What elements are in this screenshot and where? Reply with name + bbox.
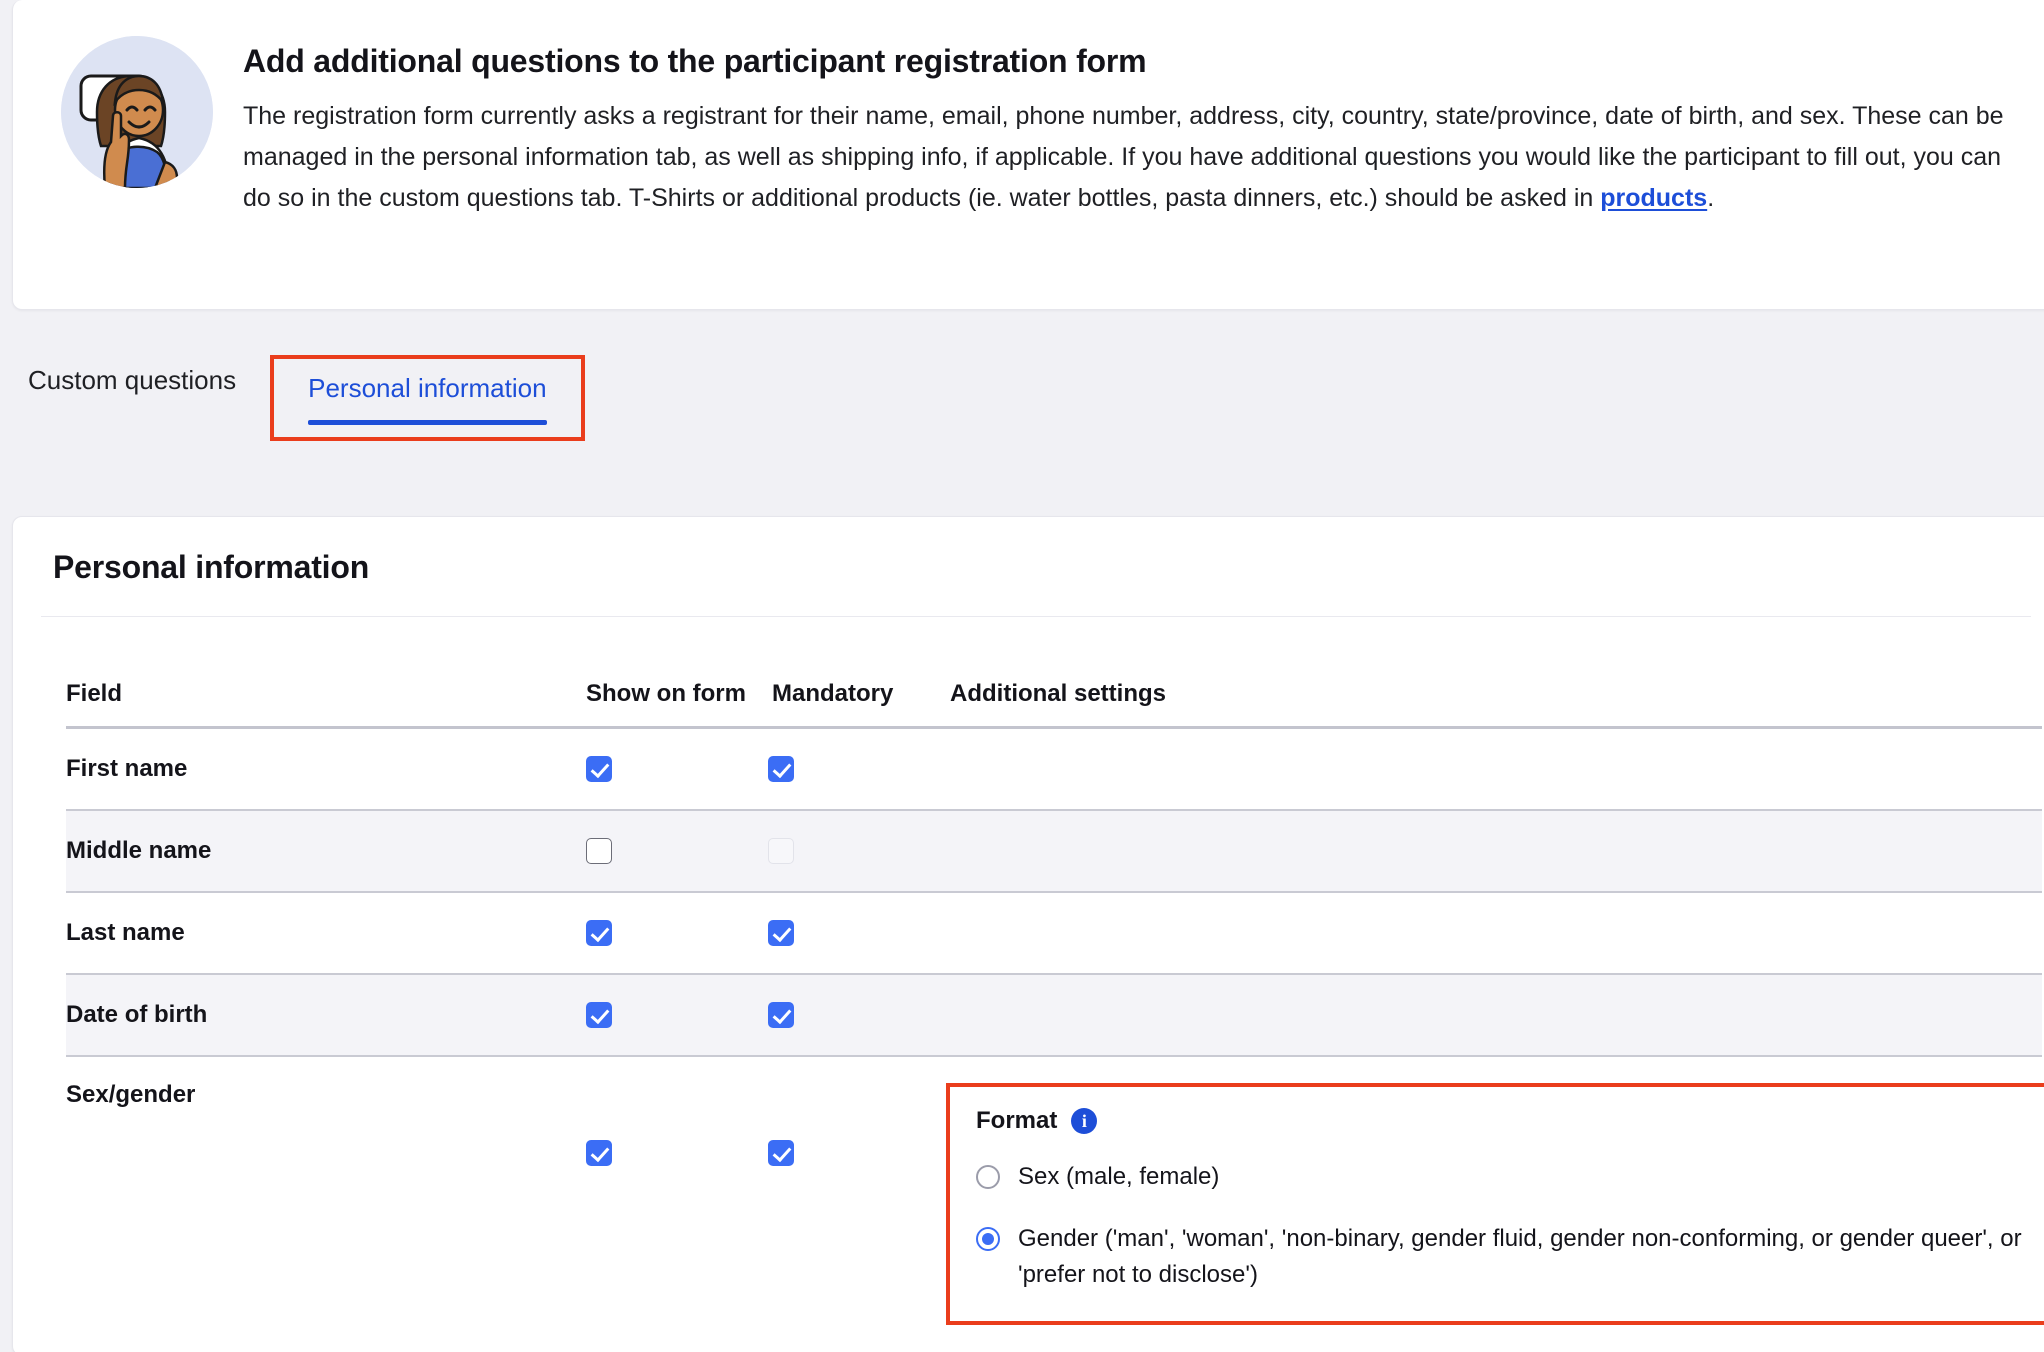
panel-title: Personal information xyxy=(53,549,370,585)
mandatory-checkbox-sex-gender[interactable] xyxy=(768,1140,794,1167)
show-on-form-cell-last-name xyxy=(586,892,768,974)
show-on-form-checkbox-middle-name[interactable] xyxy=(586,838,612,865)
table-body: First name Middle name Last name Date of… xyxy=(66,727,2044,1352)
field-label-sex-gender: Sex/gender xyxy=(66,1080,196,1108)
mandatory-cell-first-name xyxy=(768,727,946,810)
table-row: First name xyxy=(66,727,2042,810)
tab-bar: Custom questions Personal information xyxy=(0,355,2044,441)
mandatory-cell-last-name xyxy=(768,892,946,974)
field-label-middle-name: Middle name xyxy=(66,836,212,864)
table-row: Middle name xyxy=(66,809,2042,892)
column-header-show-on-form: Show on form xyxy=(586,617,768,729)
show-on-form-checkbox-sex-gender[interactable] xyxy=(586,1140,612,1167)
radio-gender-label: Gender ('man', 'woman', 'non-binary, gen… xyxy=(1018,1224,2022,1288)
table-header: Field Show on form Mandatory Additional … xyxy=(66,617,2042,729)
table-row: Date of birth xyxy=(66,973,2042,1056)
tab-personal-information-label: Personal information xyxy=(308,373,547,403)
info-banner-card: ? Add xyxy=(12,0,2044,310)
tab-custom-questions-label: Custom questions xyxy=(28,365,237,395)
tab-custom-questions[interactable]: Custom questions xyxy=(22,355,270,420)
mandatory-cell-sex-gender xyxy=(768,1056,946,1352)
additional-settings-cell-last-name xyxy=(946,892,2042,974)
banner-description-part2: . xyxy=(1707,183,1715,212)
additional-settings-cell-sex-gender: Format i Sex (male, female) Gender ('man… xyxy=(946,1056,2044,1352)
tab-personal-information[interactable]: Personal information xyxy=(308,369,547,425)
column-header-mandatory: Mandatory xyxy=(768,617,946,729)
show-on-form-checkbox-date-of-birth[interactable] xyxy=(586,1002,612,1029)
personal-information-panel: Personal information Field Show on form … xyxy=(12,516,2044,1352)
banner-text-block: Add additional questions to the particip… xyxy=(243,26,2029,219)
table-row: Last name xyxy=(66,892,2042,974)
table-header-row: Field Show on form Mandatory Additional … xyxy=(66,617,2042,729)
mandatory-cell-middle-name xyxy=(768,810,946,892)
show-on-form-cell-middle-name xyxy=(586,810,768,892)
show-on-form-cell-date-of-birth xyxy=(586,974,768,1056)
additional-settings-cell-middle-name xyxy=(946,810,2042,892)
field-label-first-name: First name xyxy=(66,754,188,782)
person-with-question-bubble-illustration: ? xyxy=(61,36,213,188)
active-tab-underline xyxy=(308,420,547,425)
banner-description: The registration form currently asks a r… xyxy=(243,96,2029,218)
tab-personal-information-highlight: Personal information xyxy=(270,355,585,441)
info-icon[interactable]: i xyxy=(1071,1107,1098,1134)
banner-description-part1: The registration form currently asks a r… xyxy=(243,102,2004,212)
format-heading: Format i xyxy=(976,1107,2026,1135)
radio-gender[interactable] xyxy=(976,1226,1000,1251)
show-on-form-checkbox-first-name[interactable] xyxy=(586,756,612,783)
personal-information-table: Field Show on form Mandatory Additional … xyxy=(66,617,2044,1352)
format-option-sex[interactable]: Sex (male, female) xyxy=(976,1159,2026,1195)
mandatory-checkbox-date-of-birth[interactable] xyxy=(768,1002,794,1029)
mandatory-checkbox-first-name[interactable] xyxy=(768,756,794,783)
format-option-gender[interactable]: Gender ('man', 'woman', 'non-binary, gen… xyxy=(976,1221,2026,1293)
page-root: ? Add xyxy=(0,0,2044,1352)
column-header-additional-settings: Additional settings xyxy=(946,617,2042,729)
format-label: Format xyxy=(976,1106,1058,1134)
mandatory-checkbox-last-name[interactable] xyxy=(768,920,794,947)
format-settings-highlight-box: Format i Sex (male, female) Gender ('man… xyxy=(946,1082,2044,1325)
radio-sex[interactable] xyxy=(976,1164,1000,1189)
column-header-field: Field xyxy=(66,617,586,729)
show-on-form-cell-first-name xyxy=(586,727,768,810)
radio-sex-label: Sex (male, female) xyxy=(1018,1162,1220,1190)
mandatory-checkbox-middle-name xyxy=(768,838,794,865)
field-label-date-of-birth: Date of birth xyxy=(66,1000,208,1028)
table-row: Sex/gender Format i Sex (male, female) G… xyxy=(66,1056,2044,1352)
mandatory-cell-date-of-birth xyxy=(768,974,946,1056)
products-link[interactable]: products xyxy=(1600,184,1707,212)
additional-settings-cell-first-name xyxy=(946,727,2042,810)
additional-settings-cell-date-of-birth xyxy=(946,974,2042,1056)
show-on-form-checkbox-last-name[interactable] xyxy=(586,920,612,947)
show-on-form-cell-sex-gender xyxy=(586,1056,768,1352)
page-title: Add additional questions to the particip… xyxy=(243,43,1147,79)
field-label-last-name: Last name xyxy=(66,918,185,946)
